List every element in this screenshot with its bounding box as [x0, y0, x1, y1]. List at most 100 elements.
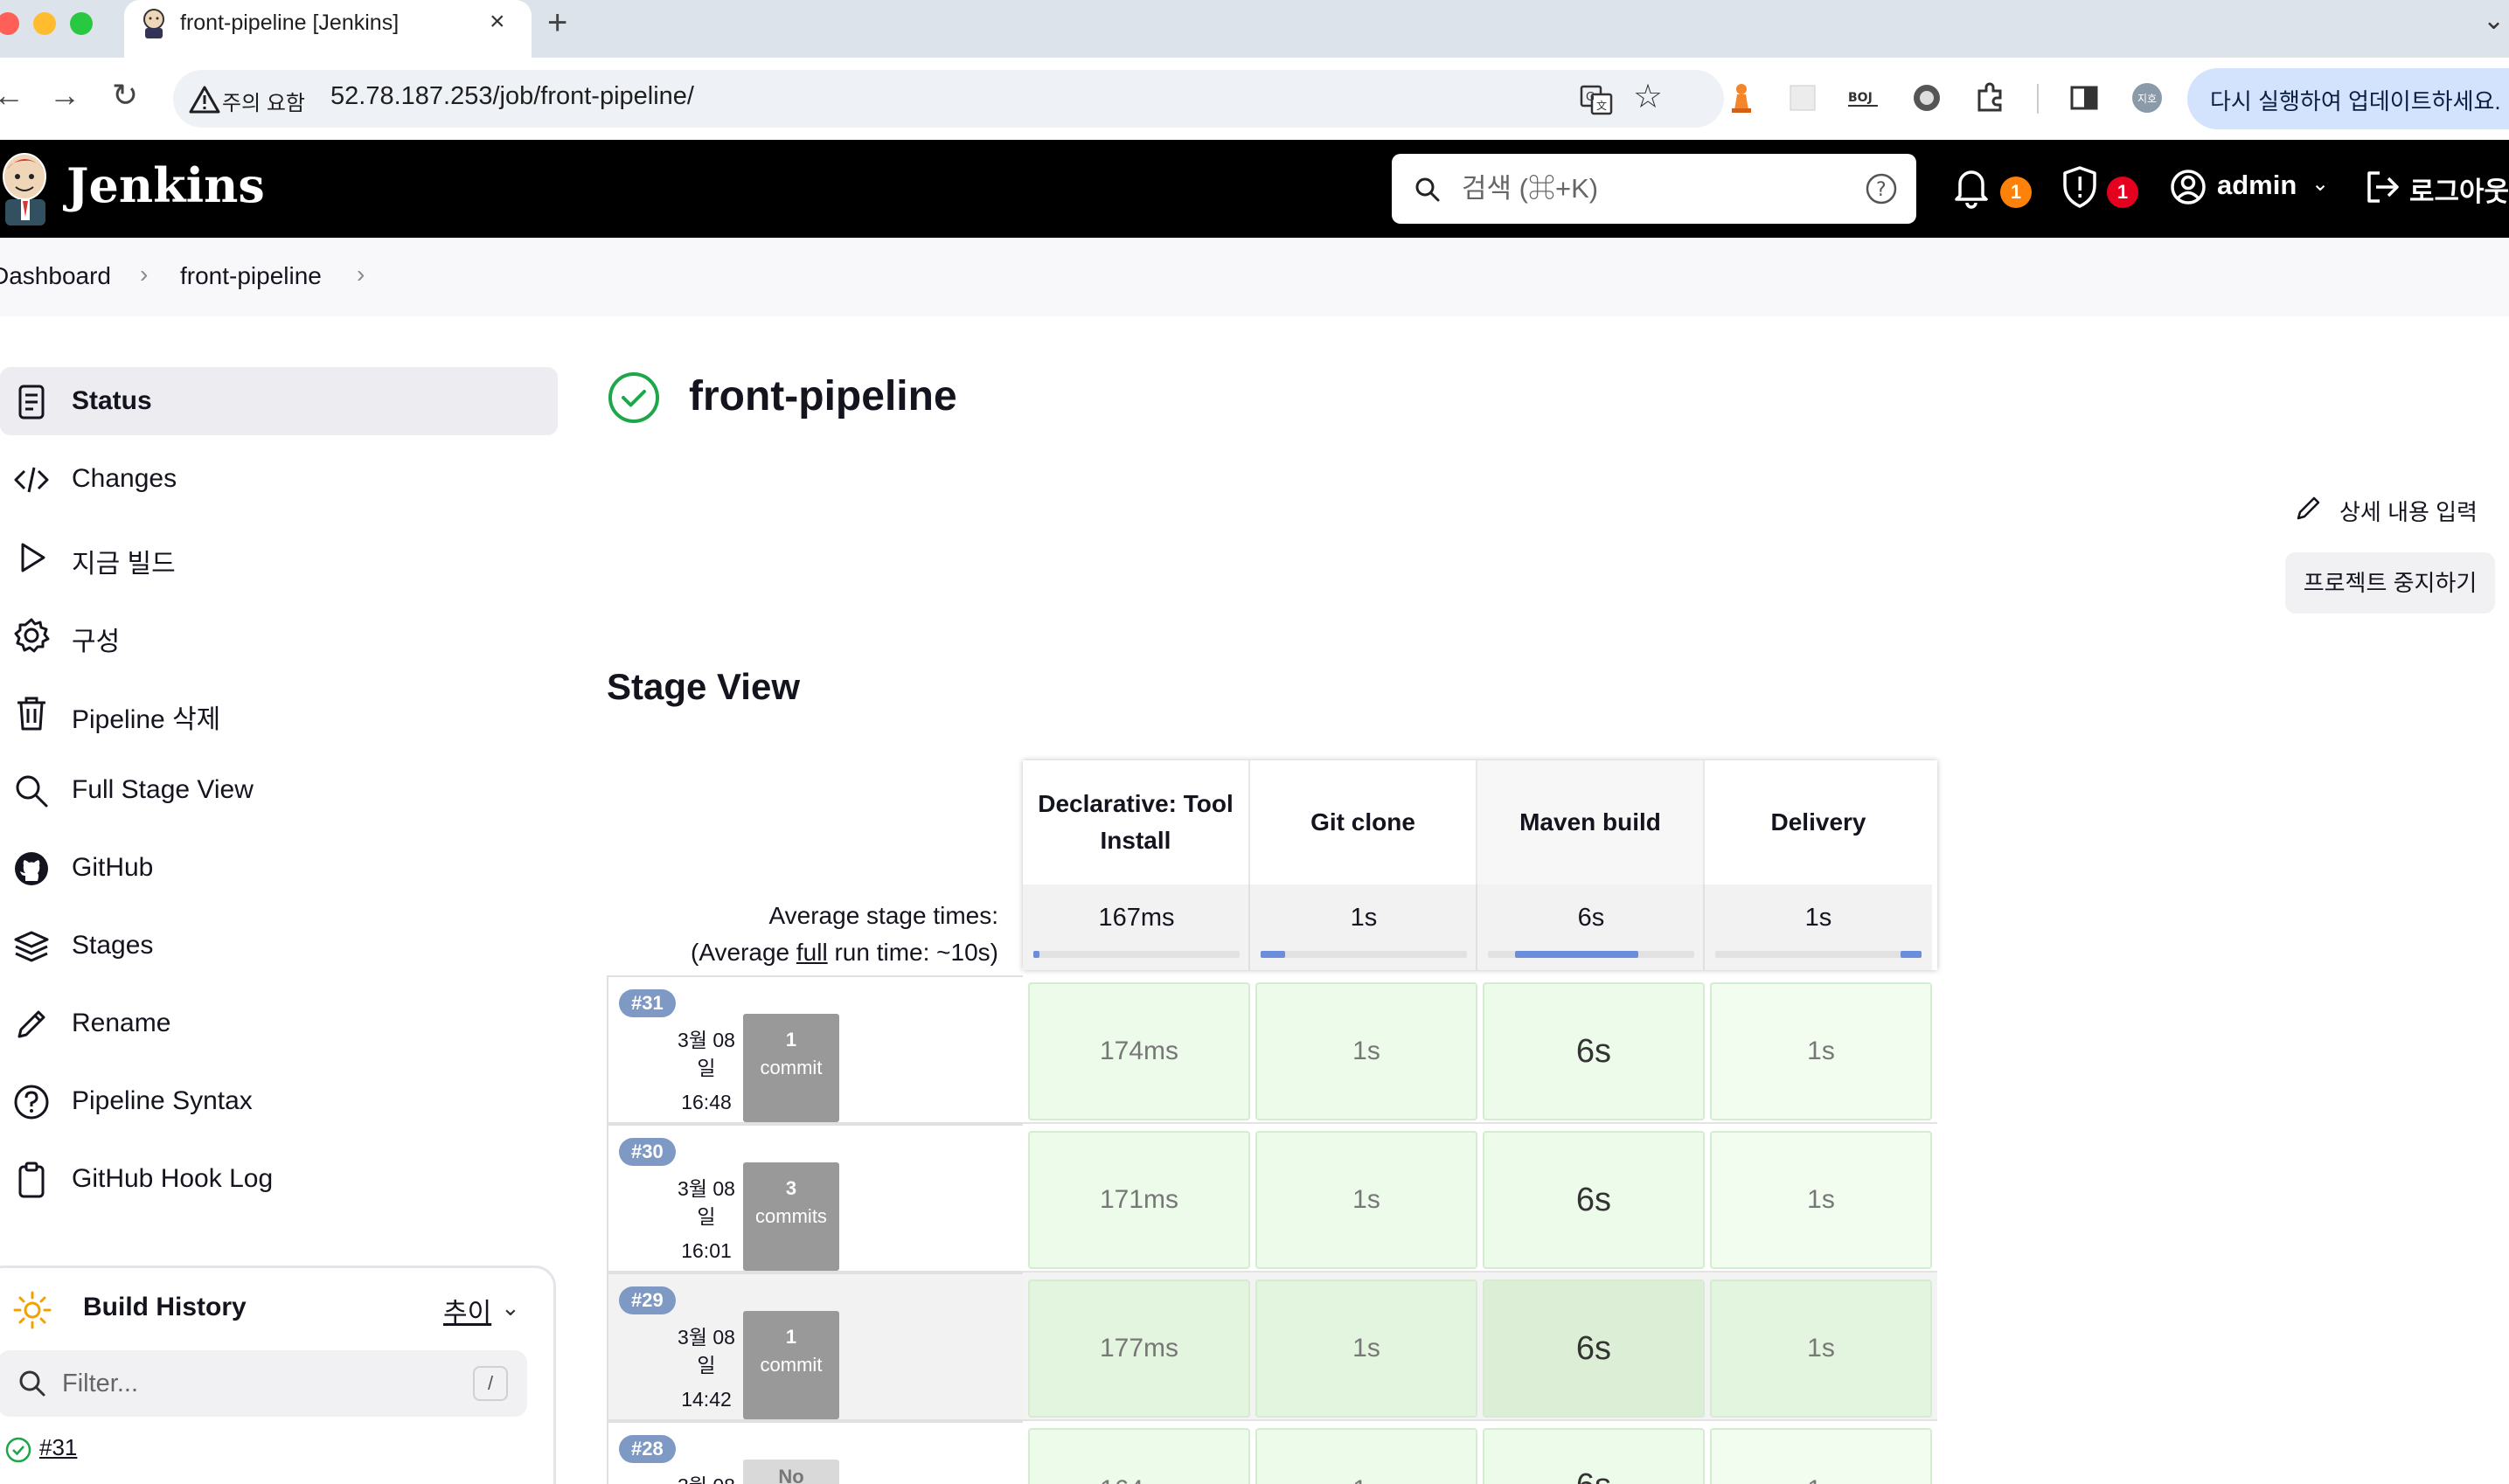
security-shield-icon[interactable] [2060, 164, 2100, 210]
breadcrumb-chevron-icon[interactable]: › [357, 260, 365, 288]
run-date-line: 일 [697, 1057, 716, 1079]
stage-cell[interactable]: 164ms [1028, 1428, 1250, 1484]
side-panel-icon[interactable] [2067, 80, 2102, 115]
disable-project-button[interactable]: 프로젝트 중지하기 [2285, 552, 2495, 614]
run-row-31[interactable]: #31 3월 08 일 16:48 1 commit 174ms 1s 6s 1s [607, 975, 1937, 1124]
run-row-28[interactable]: #28 3월 08 No 164ms 1s 6s 1s [607, 1421, 1937, 1484]
sidebar-item-status[interactable]: Status [0, 367, 558, 435]
maximize-window-button[interactable] [70, 12, 93, 35]
user-avatar-icon[interactable] [2168, 164, 2208, 210]
build-history-trend-link[interactable]: 추이 [443, 1291, 491, 1329]
build-history-entry-link[interactable]: #31 [39, 1434, 77, 1461]
stage-cell[interactable]: 1s [1710, 1131, 1932, 1269]
chevron-down-icon[interactable]: ⌄ [501, 1294, 520, 1321]
sidebar-item-label: Full Stage View [72, 775, 254, 804]
extension-round-icon[interactable] [1909, 80, 1944, 115]
help-icon [14, 1085, 49, 1120]
tab-close-icon[interactable]: × [490, 7, 505, 37]
stage-avg-cell: 1s [1705, 884, 1932, 970]
back-button[interactable]: ← [0, 77, 24, 114]
run-number-badge[interactable]: #28 [619, 1435, 676, 1463]
full-run-time-link[interactable]: full [796, 939, 828, 966]
extension-boj-icon[interactable]: BOJ [1846, 80, 1881, 115]
stage-cell[interactable]: 1s [1255, 1279, 1477, 1418]
stage-cell[interactable]: 1s [1255, 982, 1477, 1120]
profile-avatar-icon[interactable]: 지호 [2130, 80, 2165, 115]
run-commits-box[interactable]: 1 commit [743, 1014, 839, 1122]
run-date-line: 일 [697, 1205, 716, 1228]
sidebar-item-full-stage-view[interactable]: Full Stage View [0, 756, 558, 824]
logout-link[interactable]: 로그아웃 [2409, 170, 2509, 209]
stage-cell[interactable]: 6s [1483, 1279, 1705, 1418]
breadcrumb-dashboard[interactable]: Dashboard [0, 262, 111, 290]
breadcrumb-front-pipeline[interactable]: front-pipeline [180, 262, 322, 290]
sidebar-item-github-hook-log[interactable]: GitHub Hook Log [0, 1145, 558, 1213]
search-input[interactable] [1462, 170, 1829, 208]
url-text[interactable]: 52.78.187.253/job/front-pipeline/ [330, 82, 694, 111]
extensions-puzzle-icon[interactable] [1972, 80, 2007, 115]
stage-cell[interactable]: 1s [1255, 1131, 1477, 1269]
stage-cell[interactable]: 1s [1710, 1428, 1932, 1484]
browser-tab[interactable]: front-pipeline [Jenkins] × [124, 0, 532, 58]
run-row-29[interactable]: #29 3월 08 일 14:42 1 commit 177ms 1s 6s 1s [607, 1272, 1937, 1421]
stage-cell[interactable]: 6s [1483, 1131, 1705, 1269]
sidebar-item-build-now[interactable]: 지금 빌드 [0, 523, 558, 591]
sidebar-item-pipeline-syntax[interactable]: Pipeline Syntax [0, 1067, 558, 1135]
run-commits-box[interactable]: 1 commit [743, 1311, 839, 1419]
run-number-badge[interactable]: #30 [619, 1138, 676, 1166]
run-commits-box[interactable]: 3 commits [743, 1162, 839, 1271]
sidebar-item-label: Changes [72, 464, 177, 493]
jenkins-logo-icon[interactable] [0, 152, 51, 225]
search-help-icon[interactable]: ? [1864, 171, 1899, 206]
search-box[interactable]: ? [1392, 154, 1916, 224]
notifications-bell-icon[interactable] [1951, 164, 1991, 210]
jenkins-logo-text[interactable]: Jenkins [66, 157, 265, 213]
user-menu-chevron-icon[interactable]: ⌄ [2311, 171, 2329, 197]
sidebar-item-configure[interactable]: 구성 [0, 600, 558, 669]
minimize-window-button[interactable] [33, 12, 56, 35]
sidebar-item-label: 구성 [72, 628, 121, 656]
notifications-badge[interactable]: 1 [2000, 177, 2032, 208]
sidebar-item-delete-pipeline[interactable]: Pipeline 삭제 [0, 678, 558, 746]
address-bar[interactable]: 주의 요함 52.78.187.253/job/front-pipeline/ … [173, 70, 1724, 128]
translate-icon[interactable]: G 文 [1579, 82, 1614, 117]
security-warning-label[interactable]: 주의 요함 [222, 86, 305, 116]
forward-button[interactable]: → [49, 77, 80, 114]
close-window-button[interactable] [0, 12, 19, 35]
user-menu-label[interactable]: admin [2217, 170, 2297, 201]
code-icon [14, 467, 49, 493]
run-date-line: 3월 08 [678, 1029, 735, 1051]
sidebar-item-changes[interactable]: Changes [0, 445, 558, 513]
logout-icon[interactable] [2362, 164, 2402, 210]
svg-text:지호: 지호 [2137, 93, 2157, 105]
average-run-time-suffix: run time: ~10s) [827, 939, 998, 966]
security-badge[interactable]: 1 [2107, 177, 2138, 208]
stage-cell[interactable]: 1s [1710, 1279, 1932, 1418]
run-row-30[interactable]: #30 3월 08 일 16:01 3 commits 171ms 1s 6s 1s [607, 1124, 1937, 1272]
build-history-filter[interactable]: / [0, 1350, 527, 1417]
bookmark-star-icon[interactable]: ☆ [1633, 77, 1663, 116]
average-run-time-prefix: (Average [691, 939, 796, 966]
reload-button[interactable]: ↻ [112, 77, 138, 114]
stage-cell[interactable]: 6s [1483, 982, 1705, 1120]
stage-cell[interactable]: 177ms [1028, 1279, 1250, 1418]
stage-cell[interactable]: 1s [1255, 1428, 1477, 1484]
tab-list-chevron-icon[interactable]: ⌄ [2483, 5, 2505, 36]
sun-weather-icon [13, 1291, 52, 1329]
update-browser-button[interactable]: 다시 실행하여 업데이트하세요. [2187, 68, 2509, 129]
stage-cell[interactable]: 6s [1483, 1428, 1705, 1484]
new-tab-button[interactable]: + [547, 3, 567, 43]
run-commits-box[interactable]: No [743, 1460, 839, 1484]
extension-chess-icon[interactable] [1724, 80, 1759, 115]
run-number-badge[interactable]: #29 [619, 1286, 676, 1314]
sidebar-item-stages[interactable]: Stages [0, 912, 558, 980]
success-check-icon [608, 372, 659, 423]
sidebar-item-rename[interactable]: Rename [0, 989, 558, 1058]
filter-input[interactable] [62, 1366, 429, 1401]
stage-cell[interactable]: 174ms [1028, 982, 1250, 1120]
sidebar-item-github[interactable]: GitHub [0, 834, 558, 902]
stage-cell[interactable]: 1s [1710, 982, 1932, 1120]
stage-cell[interactable]: 171ms [1028, 1131, 1250, 1269]
extension-grid-icon[interactable] [1785, 80, 1820, 115]
run-number-badge[interactable]: #31 [619, 989, 676, 1017]
